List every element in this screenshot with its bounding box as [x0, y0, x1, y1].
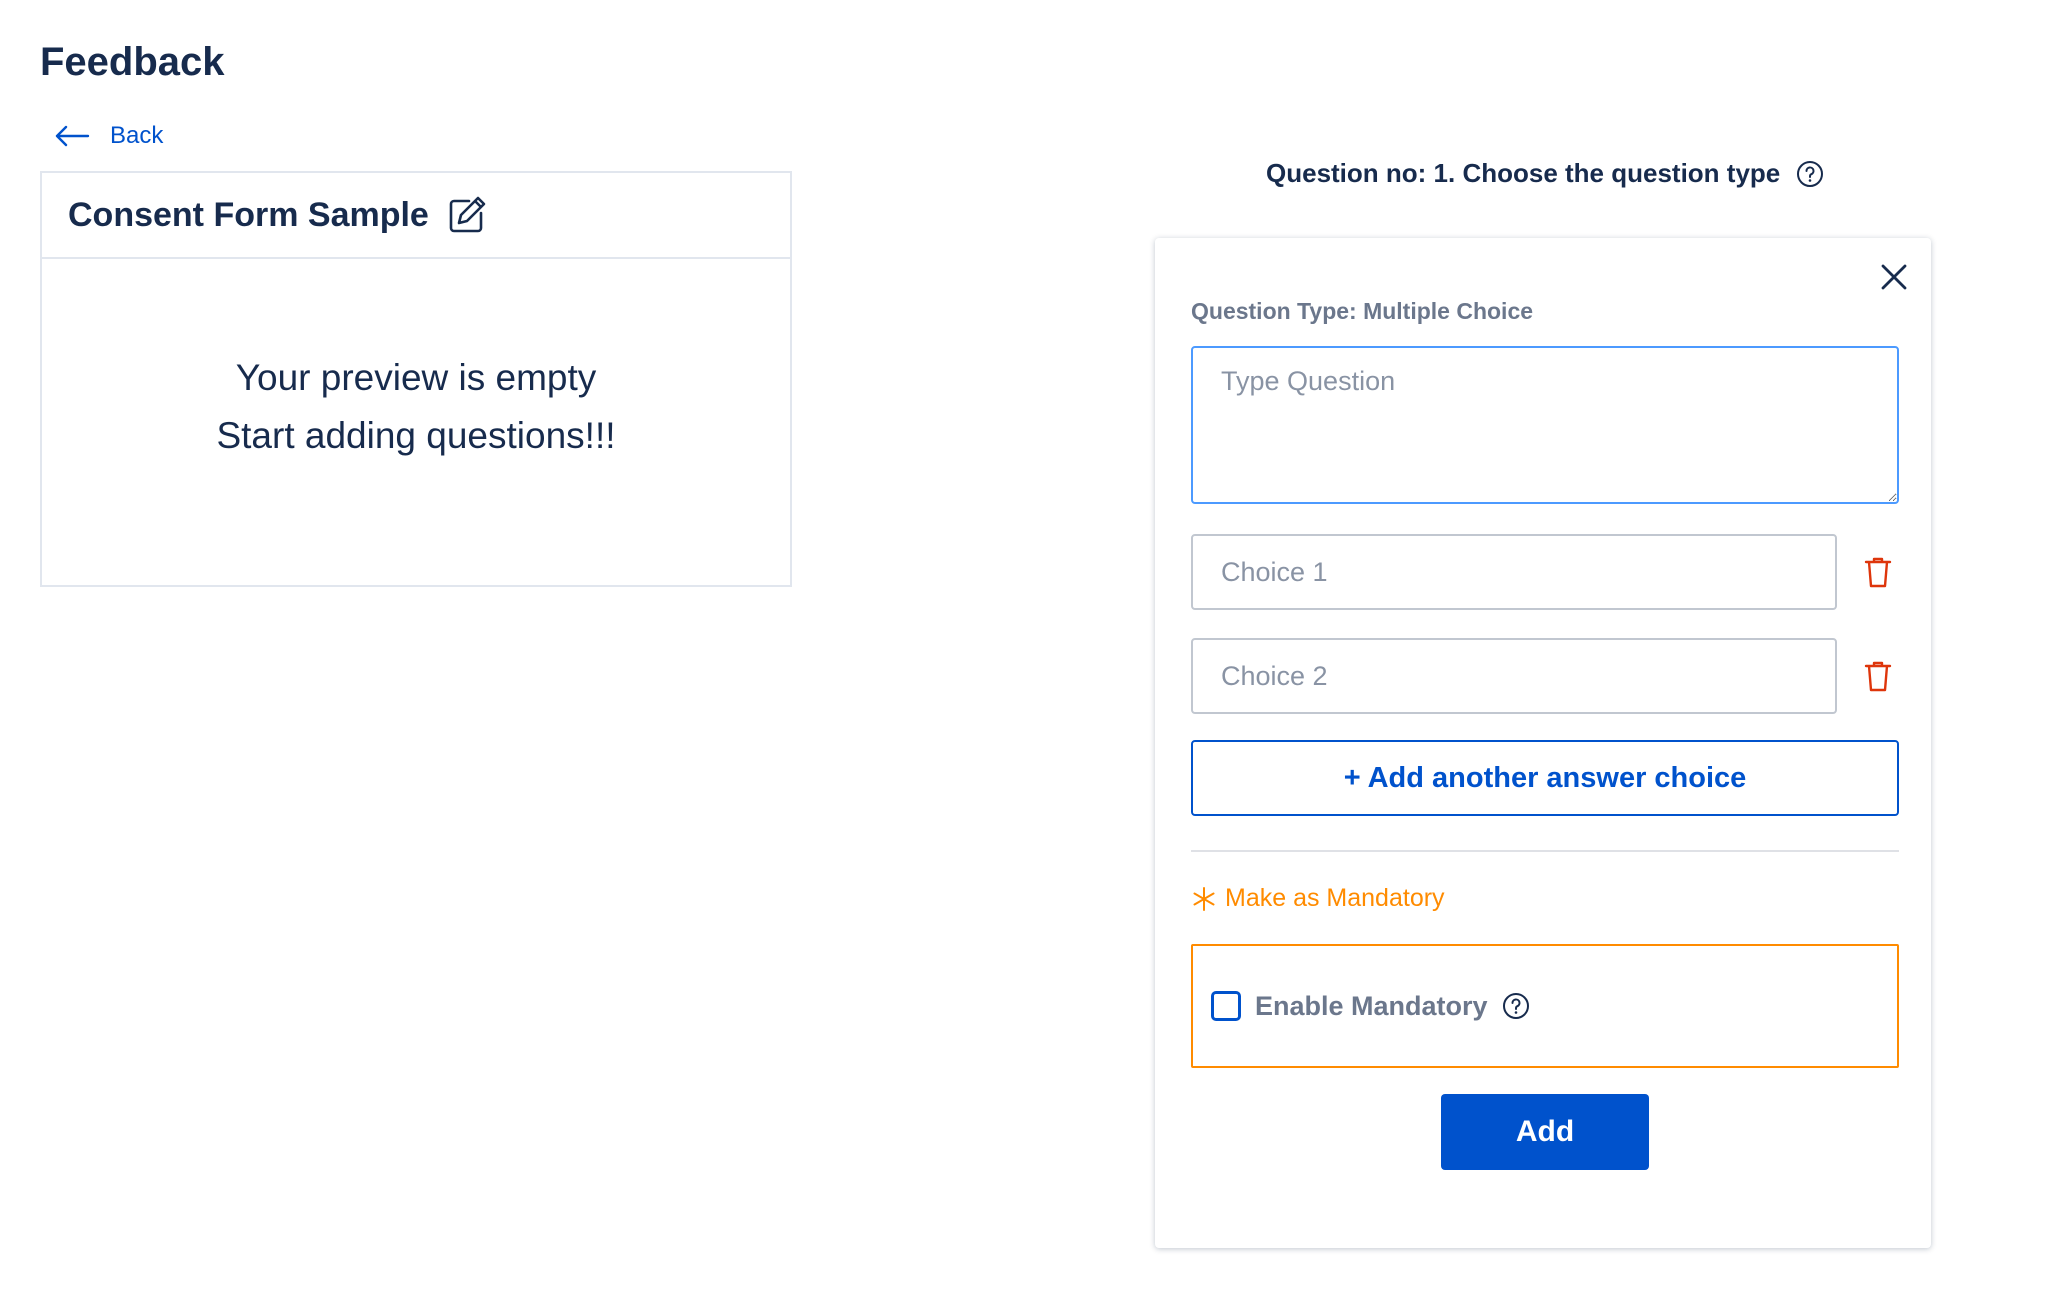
- add-answer-choice-button[interactable]: + Add another answer choice: [1191, 740, 1899, 816]
- enable-mandatory-label[interactable]: Enable Mandatory: [1255, 991, 1488, 1022]
- choice-row-1: [1191, 534, 1899, 610]
- asterisk-icon: [1191, 886, 1217, 912]
- back-link[interactable]: Back: [54, 122, 163, 150]
- divider: [1191, 850, 1899, 852]
- choice-input-2[interactable]: [1191, 638, 1837, 714]
- choice-row-2: [1191, 638, 1899, 714]
- empty-message-line1: Your preview is empty: [235, 357, 597, 398]
- mandatory-label-text: Make as Mandatory: [1225, 884, 1445, 912]
- question-textarea[interactable]: [1191, 346, 1899, 504]
- enable-mandatory-checkbox[interactable]: [1211, 991, 1241, 1021]
- preview-header: Consent Form Sample: [42, 173, 790, 259]
- page-title: Feedback: [40, 40, 225, 84]
- trash-icon[interactable]: [1863, 659, 1893, 693]
- close-icon[interactable]: [1877, 260, 1911, 294]
- mandatory-box: Enable Mandatory: [1191, 944, 1899, 1068]
- help-icon[interactable]: [1796, 160, 1824, 188]
- empty-message-line2: Start adding questions!!!: [216, 415, 616, 456]
- question-type-label: Question Type: Multiple Choice: [1191, 298, 1534, 324]
- form-title: Consent Form Sample: [68, 195, 429, 234]
- question-heading: Question no: 1. Choose the question type: [1266, 158, 1824, 189]
- choice-input-1[interactable]: [1191, 534, 1837, 610]
- edit-icon[interactable]: [447, 195, 487, 235]
- question-editor-card: Question Type: Multiple Choice + Add ano…: [1155, 238, 1931, 1248]
- arrow-left-icon: [54, 124, 90, 148]
- preview-panel: Consent Form Sample Your preview is empt…: [40, 171, 792, 587]
- trash-icon[interactable]: [1863, 555, 1893, 589]
- question-heading-text: Question no: 1. Choose the question type: [1266, 158, 1781, 188]
- add-button[interactable]: Add: [1441, 1094, 1649, 1170]
- help-icon[interactable]: [1502, 992, 1530, 1020]
- back-label: Back: [110, 122, 164, 149]
- mandatory-label: Make as Mandatory: [1191, 884, 1445, 913]
- preview-empty-state: Your preview is empty Start adding quest…: [42, 259, 790, 465]
